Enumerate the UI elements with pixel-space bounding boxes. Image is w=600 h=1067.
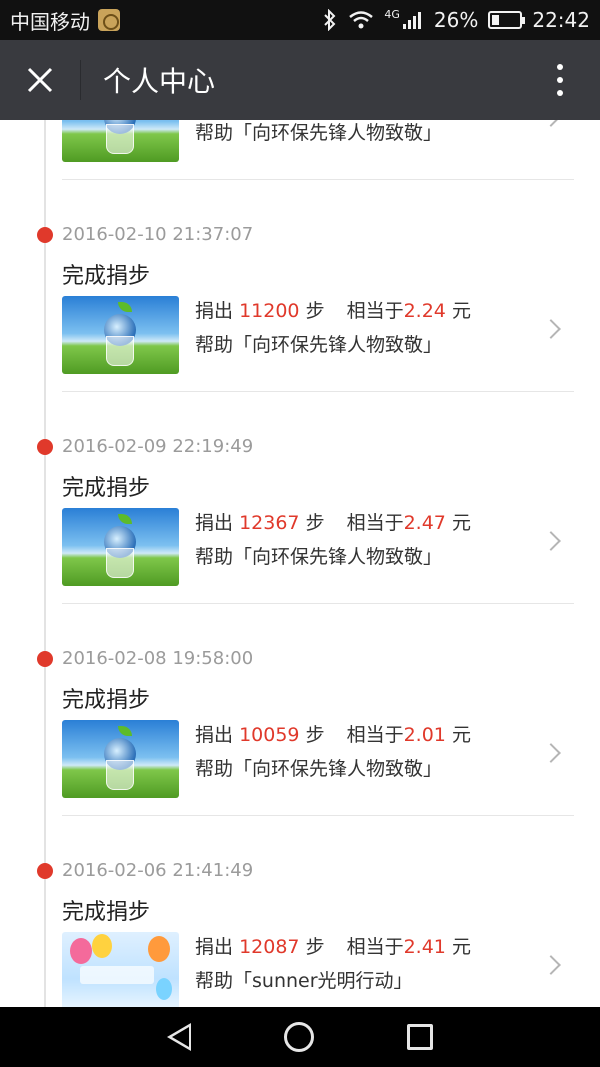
- nav-divider: [80, 60, 81, 100]
- donation-card[interactable]: 捐出 12087 步相当于2.41 元 帮助「sunner光明行动」: [62, 928, 574, 1007]
- entry-title: 完成捐步: [62, 264, 151, 289]
- steps-unit: 步: [305, 936, 325, 958]
- equiv-label: 相当于: [346, 512, 404, 534]
- amount-unit: 元: [451, 512, 471, 534]
- screen: 中国移动 4G 26% 22:42 个人中心 帮助「向环保先锋人物致敬」 201…: [0, 0, 600, 1067]
- equiv-label: 相当于: [346, 936, 404, 958]
- carrier-name: 中国移动: [10, 9, 90, 34]
- entry-date: 2016-02-10 21:37:07: [62, 224, 254, 245]
- amount-value: 2.41: [403, 936, 446, 958]
- battery-level: [492, 15, 500, 25]
- timeline-dot: [37, 651, 53, 667]
- amount-unit: 元: [451, 724, 471, 746]
- donate-label: 捐出: [195, 724, 234, 746]
- clock: 22:42: [532, 8, 590, 32]
- carrier-app-icon: [98, 9, 120, 31]
- timeline-dot: [37, 863, 53, 879]
- battery-percent: 26%: [433, 8, 479, 32]
- steps-unit: 步: [305, 724, 325, 746]
- back-triangle-icon[interactable]: [166, 1023, 191, 1051]
- network-type: 4G: [384, 7, 400, 21]
- donation-line: 捐出 10059 步相当于2.01 元: [195, 720, 471, 747]
- donate-label: 捐出: [195, 300, 234, 322]
- signal-icon: [402, 12, 421, 29]
- more-vertical-icon[interactable]: [520, 40, 600, 120]
- bluetooth-icon: [324, 9, 336, 31]
- page-title: 个人中心: [103, 65, 216, 98]
- donation-line: 捐出 12087 步相当于2.41 元: [195, 932, 471, 959]
- amount-value: 2.01: [403, 724, 446, 746]
- timeline-dot: [37, 227, 53, 243]
- steps-unit: 步: [305, 512, 325, 534]
- steps-value: 10059: [239, 724, 300, 746]
- recent-square-icon[interactable]: [407, 1024, 434, 1050]
- donation-line: 捐出 11200 步相当于2.24 元: [195, 296, 471, 323]
- system-nav-bar: [0, 1007, 600, 1067]
- amount-unit: 元: [451, 936, 471, 958]
- steps-unit: 步: [305, 300, 325, 322]
- steps-value: 12367: [239, 512, 300, 534]
- timeline-entry: 2016-02-06 21:41:49 完成捐步 捐出 12087 步相当于2.…: [0, 756, 600, 1007]
- timeline-entry: 2016-02-09 22:19:49 完成捐步 捐出 12367 步相当于2.…: [0, 332, 600, 604]
- amount-unit: 元: [451, 300, 471, 322]
- entry-date: 2016-02-09 22:19:49: [62, 436, 254, 457]
- nav-bar: 个人中心: [0, 40, 600, 120]
- home-circle-icon[interactable]: [283, 1022, 314, 1052]
- status-icons: 4G 26% 22:42: [322, 8, 590, 32]
- wifi-icon: [349, 11, 374, 29]
- donate-label: 捐出: [195, 512, 234, 534]
- timeline-entry: 2016-02-08 19:58:00 完成捐步 捐出 10059 步相当于2.…: [0, 544, 600, 816]
- entry-date: 2016-02-08 19:58:00: [62, 648, 254, 669]
- help-line: 帮助「sunner光明行动」: [195, 966, 413, 993]
- steps-value: 11200: [239, 300, 300, 322]
- entry-date: 2016-02-06 21:41:49: [62, 860, 254, 881]
- donation-line: 捐出 12367 步相当于2.47 元: [195, 508, 471, 535]
- entry-title: 完成捐步: [62, 688, 151, 713]
- help-prefix: 帮助: [195, 970, 234, 992]
- equiv-label: 相当于: [346, 300, 404, 322]
- timeline-dot: [37, 439, 53, 455]
- carrier-group: 中国移动: [10, 6, 120, 35]
- timeline-entry: 2016-02-10 21:37:07 完成捐步 捐出 11200 步相当于2.…: [0, 120, 600, 392]
- battery-icon: [488, 11, 526, 29]
- project-thumbnail: [62, 932, 179, 1007]
- help-target: 「sunner光明行动」: [233, 970, 413, 992]
- amount-value: 2.47: [403, 512, 446, 534]
- entry-title: 完成捐步: [62, 900, 151, 925]
- steps-value: 12087: [239, 936, 300, 958]
- timeline-list: 帮助「向环保先锋人物致敬」 2016-02-10 21:37:07 完成捐步 捐…: [0, 120, 600, 1007]
- equiv-label: 相当于: [346, 724, 404, 746]
- status-bar: 中国移动 4G 26% 22:42: [0, 0, 600, 40]
- donate-label: 捐出: [195, 936, 234, 958]
- close-icon[interactable]: [0, 40, 80, 120]
- amount-value: 2.24: [403, 300, 446, 322]
- entry-title: 完成捐步: [62, 476, 151, 501]
- chevron-right-icon: [541, 955, 561, 975]
